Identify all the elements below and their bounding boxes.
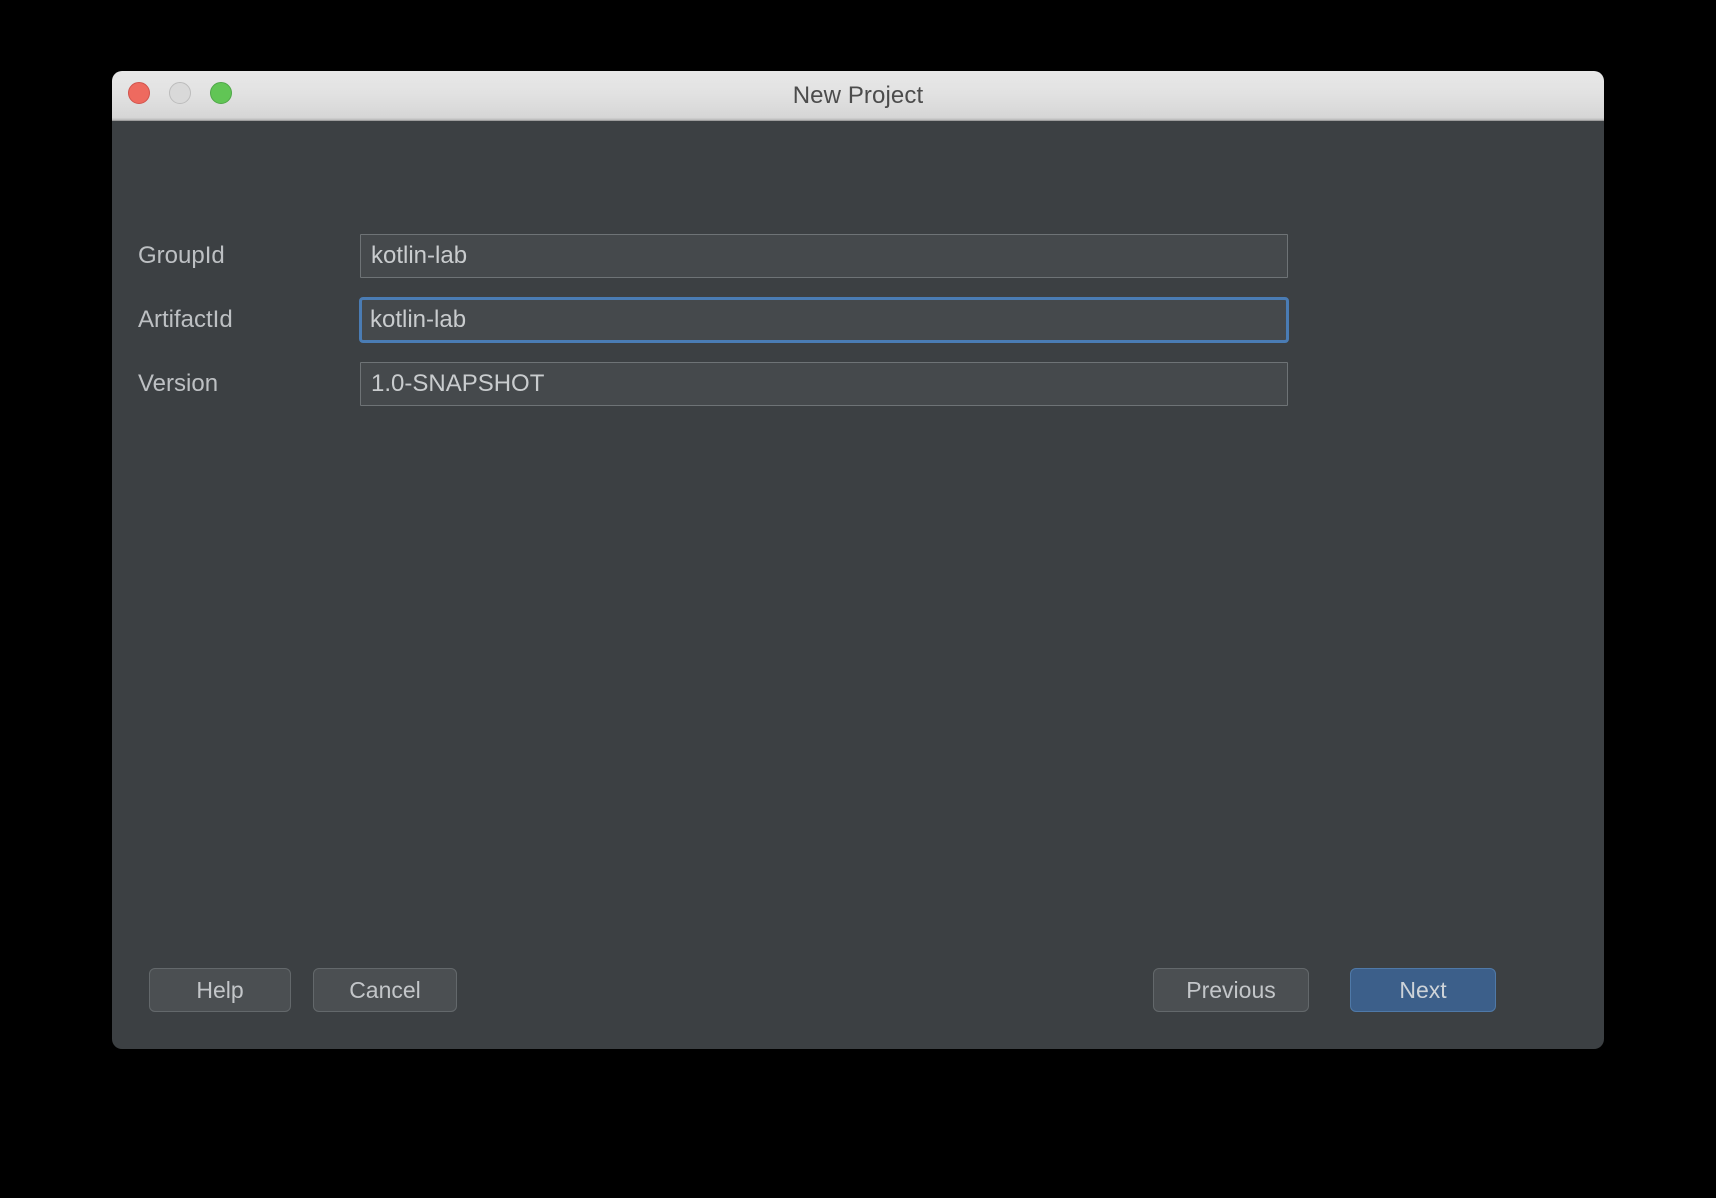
- new-project-dialog-window: New Project GroupId kotlin-lab ArtifactI…: [112, 71, 1604, 1049]
- dialog-content: GroupId kotlin-lab ArtifactId kotlin-lab…: [112, 121, 1604, 1049]
- artifactid-label: ArtifactId: [138, 306, 233, 333]
- form-row-groupid: GroupId kotlin-lab: [138, 234, 1604, 278]
- form-row-version: Version 1.0-SNAPSHOT: [138, 362, 1604, 406]
- desktop-background: New Project GroupId kotlin-lab ArtifactI…: [0, 0, 1716, 1198]
- version-input[interactable]: 1.0-SNAPSHOT: [360, 362, 1288, 406]
- groupid-input-value: kotlin-lab: [371, 242, 468, 269]
- artifactid-input-value: kotlin-lab: [370, 306, 467, 333]
- form-row-artifactid: ArtifactId kotlin-lab: [138, 297, 1604, 343]
- window-title: New Project: [792, 82, 924, 109]
- artifactid-input[interactable]: kotlin-lab: [359, 297, 1289, 343]
- previous-button[interactable]: Previous: [1153, 968, 1309, 1012]
- dialog-footer: Help Cancel Previous Next: [112, 929, 1604, 1049]
- next-button[interactable]: Next: [1350, 968, 1496, 1012]
- groupid-label: GroupId: [138, 242, 225, 269]
- cancel-button[interactable]: Cancel: [313, 968, 457, 1012]
- version-label: Version: [138, 370, 219, 397]
- window-titlebar: New Project: [112, 71, 1604, 121]
- version-input-value: 1.0-SNAPSHOT: [371, 370, 545, 397]
- groupid-input[interactable]: kotlin-lab: [360, 234, 1288, 278]
- help-button[interactable]: Help: [149, 968, 291, 1012]
